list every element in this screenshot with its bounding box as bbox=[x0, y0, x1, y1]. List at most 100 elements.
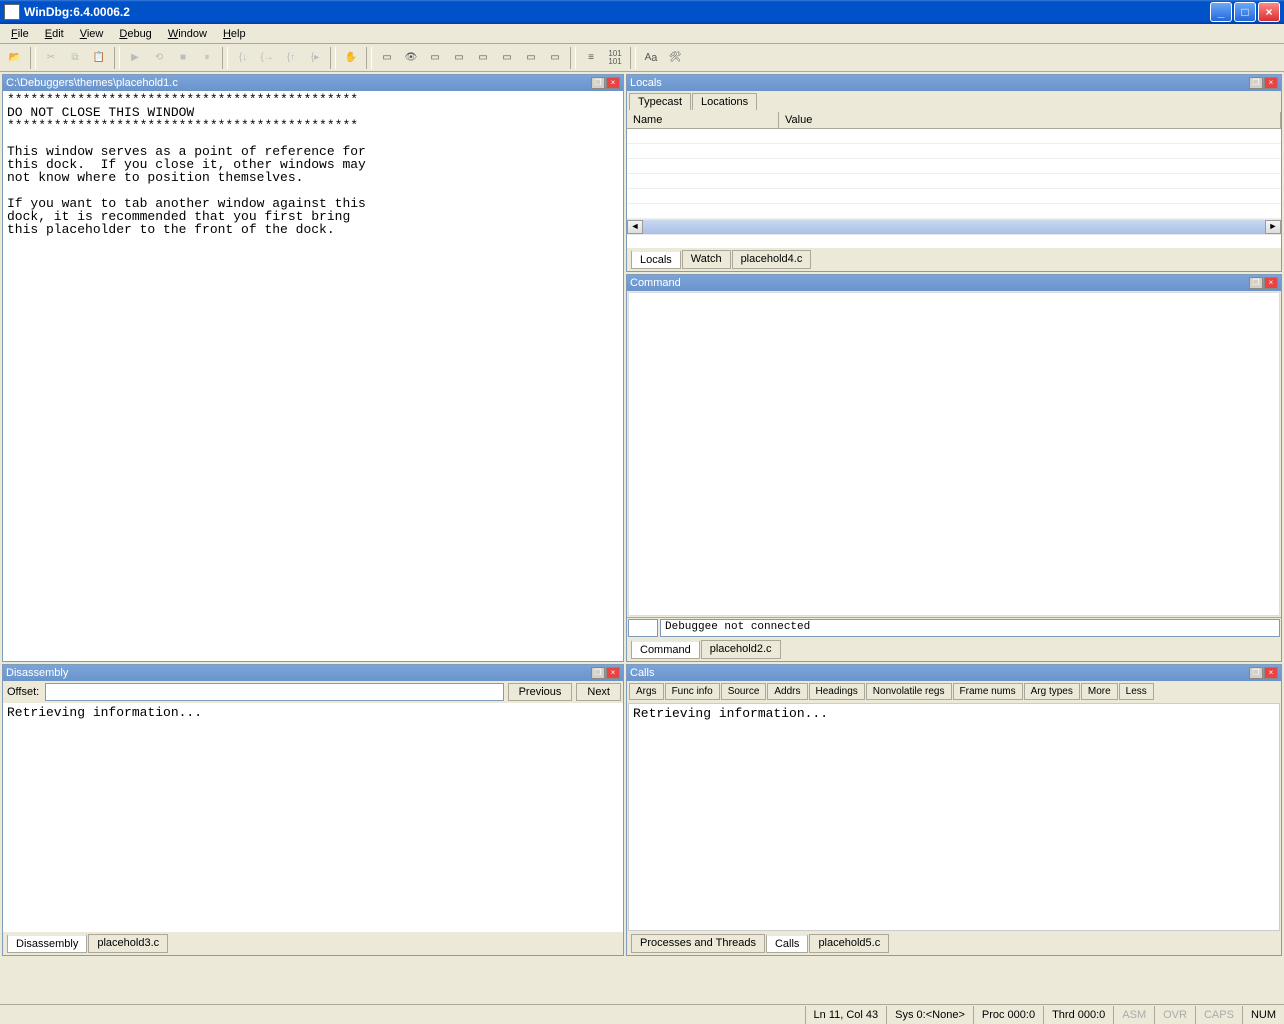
table-row bbox=[627, 204, 1281, 219]
restore-icon[interactable]: ❐ bbox=[1249, 277, 1263, 289]
locals-rows bbox=[627, 129, 1281, 219]
disasm-window-icon[interactable]: ▭ bbox=[520, 47, 542, 69]
scroll-right-icon[interactable]: ► bbox=[1265, 220, 1281, 234]
args-button[interactable]: Args bbox=[629, 683, 664, 700]
step-out-icon: {↑ bbox=[280, 47, 302, 69]
offset-label: Offset: bbox=[5, 686, 41, 698]
scrollbar-horizontal[interactable]: ◄ ► bbox=[627, 219, 1281, 235]
source-pane-titlebar[interactable]: C:\Debuggers\themes\placehold1.c ❐ × bbox=[3, 75, 623, 91]
command-pane-title: Command bbox=[630, 277, 1249, 289]
calls-button-row: Args Func info Source Addrs Headings Non… bbox=[627, 681, 1281, 702]
tab-placehold5[interactable]: placehold5.c bbox=[809, 934, 889, 953]
menu-debug[interactable]: Debug bbox=[112, 26, 158, 42]
binary-icon[interactable]: 101101 bbox=[604, 47, 626, 69]
disassembly-content[interactable]: Retrieving information... bbox=[3, 703, 623, 932]
table-row bbox=[627, 144, 1281, 159]
stop-icon: ■ bbox=[172, 47, 194, 69]
headings-button[interactable]: Headings bbox=[809, 683, 865, 700]
close-pane-icon[interactable]: × bbox=[1264, 667, 1278, 679]
step-into-icon: {↓ bbox=[232, 47, 254, 69]
menu-window[interactable]: Window bbox=[161, 26, 214, 42]
restore-icon[interactable]: ❐ bbox=[591, 77, 605, 89]
menu-edit[interactable]: Edit bbox=[38, 26, 71, 42]
registers-window-icon[interactable]: ▭ bbox=[448, 47, 470, 69]
close-pane-icon[interactable]: × bbox=[606, 667, 620, 679]
close-pane-icon[interactable]: × bbox=[606, 77, 620, 89]
menu-file[interactable]: File bbox=[4, 26, 36, 42]
previous-button[interactable]: Previous bbox=[508, 683, 573, 701]
window-title: WinDbg:6.4.0006.2 bbox=[24, 5, 1210, 19]
arg-types-button[interactable]: Arg types bbox=[1024, 683, 1080, 700]
command-pane: Command ❐ × Debuggee not connected Comma… bbox=[626, 274, 1282, 662]
nonvolatile-regs-button[interactable]: Nonvolatile regs bbox=[866, 683, 952, 700]
command-output[interactable] bbox=[628, 292, 1280, 616]
restore-icon[interactable]: ❐ bbox=[1249, 667, 1263, 679]
status-proc: Proc 000:0 bbox=[973, 1006, 1043, 1024]
source-content[interactable]: ****************************************… bbox=[3, 91, 623, 661]
tab-placehold4[interactable]: placehold4.c bbox=[732, 250, 812, 269]
command-window-icon[interactable]: ▭ bbox=[376, 47, 398, 69]
calls-content[interactable]: Retrieving information... bbox=[628, 703, 1280, 931]
typecast-button[interactable]: Typecast bbox=[629, 93, 691, 110]
close-pane-icon[interactable]: × bbox=[1264, 277, 1278, 289]
source-mode-icon[interactable]: ≡ bbox=[580, 47, 602, 69]
more-button[interactable]: More bbox=[1081, 683, 1118, 700]
go-icon: ▶ bbox=[124, 47, 146, 69]
step-over-icon: {→ bbox=[256, 47, 278, 69]
func-info-button[interactable]: Func info bbox=[665, 683, 720, 700]
addrs-button[interactable]: Addrs bbox=[767, 683, 807, 700]
tab-watch[interactable]: Watch bbox=[682, 250, 731, 269]
status-ovr: OVR bbox=[1154, 1006, 1195, 1024]
disassembly-pane-titlebar[interactable]: Disassembly ❐ × bbox=[3, 665, 623, 681]
tab-command[interactable]: Command bbox=[631, 640, 700, 659]
watch-window-icon[interactable]: 👁 bbox=[400, 47, 422, 69]
font-icon[interactable]: Aa bbox=[640, 47, 662, 69]
scroll-left-icon[interactable]: ◄ bbox=[627, 220, 643, 234]
scratch-window-icon[interactable]: ▭ bbox=[544, 47, 566, 69]
tab-placehold2[interactable]: placehold2.c bbox=[701, 640, 781, 659]
next-button[interactable]: Next bbox=[576, 683, 621, 701]
locals-col-name[interactable]: Name bbox=[627, 112, 779, 128]
maximize-button[interactable]: □ bbox=[1234, 2, 1256, 22]
calls-window-icon[interactable]: ▭ bbox=[496, 47, 518, 69]
status-caps: CAPS bbox=[1195, 1006, 1242, 1024]
tab-processes-threads[interactable]: Processes and Threads bbox=[631, 934, 765, 953]
disassembly-pane: Disassembly ❐ × Offset: Previous Next Re… bbox=[2, 664, 624, 956]
tab-placehold3[interactable]: placehold3.c bbox=[88, 934, 168, 953]
scroll-track[interactable] bbox=[643, 220, 1265, 234]
restart-icon: ⟲ bbox=[148, 47, 170, 69]
command-pane-titlebar[interactable]: Command ❐ × bbox=[627, 275, 1281, 291]
open-icon[interactable]: 📂 bbox=[4, 47, 26, 69]
table-row bbox=[627, 189, 1281, 204]
locals-pane-title: Locals bbox=[630, 77, 1249, 89]
menu-view[interactable]: View bbox=[73, 26, 111, 42]
less-button[interactable]: Less bbox=[1119, 683, 1154, 700]
minimize-button[interactable]: _ bbox=[1210, 2, 1232, 22]
frame-nums-button[interactable]: Frame nums bbox=[953, 683, 1023, 700]
close-button[interactable]: × bbox=[1258, 2, 1280, 22]
paste-icon: 📋 bbox=[88, 47, 110, 69]
app-icon bbox=[4, 4, 20, 20]
tab-locals[interactable]: Locals bbox=[631, 250, 681, 269]
restore-icon[interactable]: ❐ bbox=[591, 667, 605, 679]
menu-help[interactable]: Help bbox=[216, 26, 253, 42]
table-row bbox=[627, 159, 1281, 174]
offset-input[interactable] bbox=[45, 683, 503, 701]
close-pane-icon[interactable]: × bbox=[1264, 77, 1278, 89]
restore-icon[interactable]: ❐ bbox=[1249, 77, 1263, 89]
source-button[interactable]: Source bbox=[721, 683, 767, 700]
window-titlebar: WinDbg:6.4.0006.2 _ □ × bbox=[0, 0, 1284, 24]
locals-window-icon[interactable]: ▭ bbox=[424, 47, 446, 69]
breakpoint-icon[interactable]: ✋ bbox=[340, 47, 362, 69]
options-icon[interactable]: 🛠 bbox=[664, 47, 686, 69]
memory-window-icon[interactable]: ▭ bbox=[472, 47, 494, 69]
tab-disassembly[interactable]: Disassembly bbox=[7, 934, 87, 953]
calls-pane-titlebar[interactable]: Calls ❐ × bbox=[627, 665, 1281, 681]
break-icon: ⏸ bbox=[196, 47, 218, 69]
tab-calls[interactable]: Calls bbox=[766, 934, 808, 953]
locals-pane-titlebar[interactable]: Locals ❐ × bbox=[627, 75, 1281, 91]
locals-col-value[interactable]: Value bbox=[779, 112, 1281, 128]
locations-button[interactable]: Locations bbox=[692, 93, 757, 110]
command-prompt-box bbox=[628, 619, 658, 637]
status-num: NUM bbox=[1242, 1006, 1284, 1024]
